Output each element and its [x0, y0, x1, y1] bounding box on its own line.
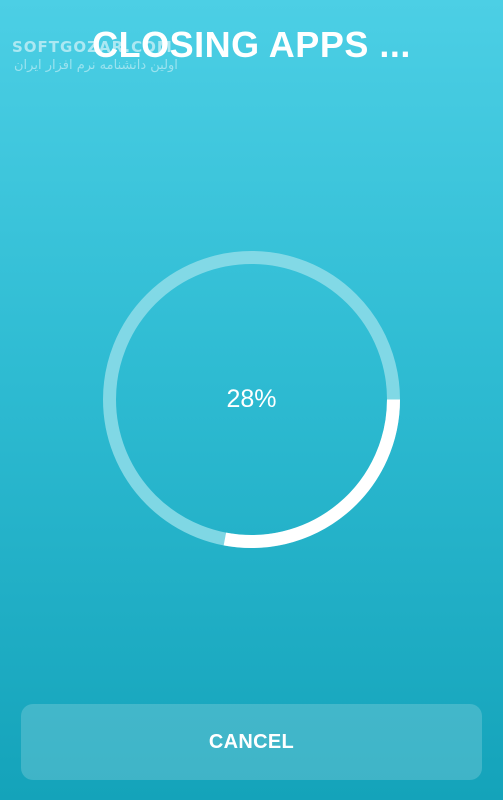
progress-ring: 28%: [100, 248, 403, 551]
page-title: CLOSING APPS ...: [92, 24, 411, 65]
cancel-button-label: CANCEL: [208, 730, 295, 753]
progress-percent: 28%: [226, 385, 277, 413]
cancel-button[interactable]: CANCEL: [21, 704, 482, 780]
